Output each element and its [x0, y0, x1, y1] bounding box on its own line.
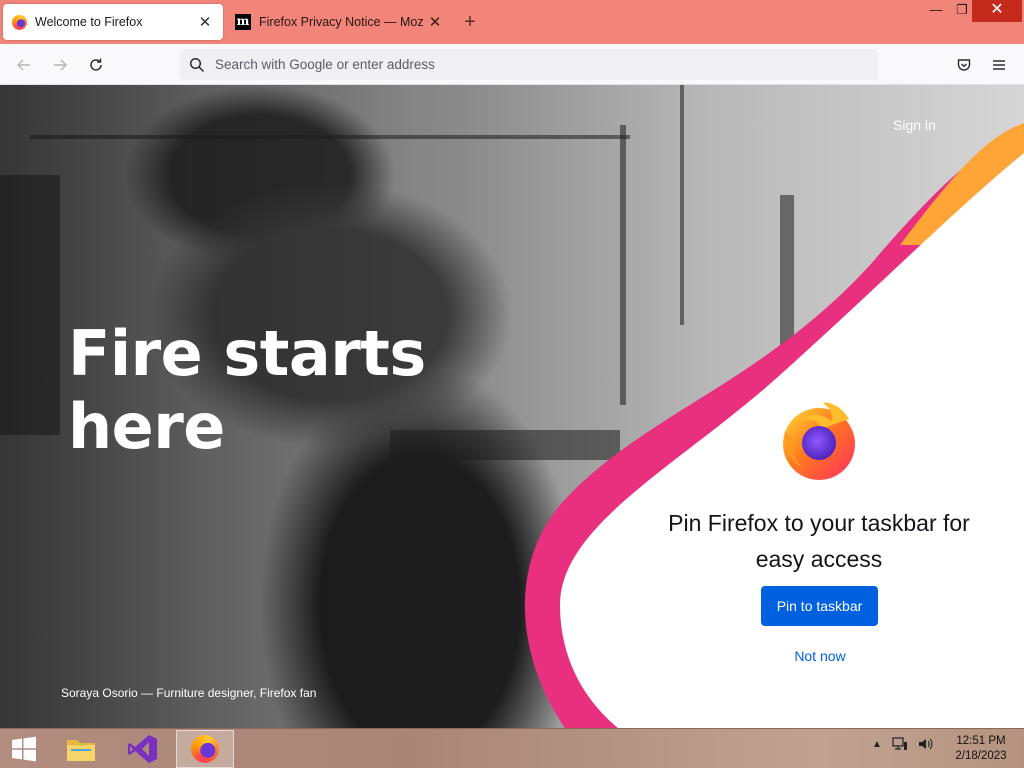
- taskbar-visual-studio[interactable]: [114, 730, 172, 768]
- back-arrow-icon[interactable]: [10, 51, 38, 79]
- tab-title: Welcome to Firefox: [35, 15, 143, 29]
- tab-title: Firefox Privacy Notice — Mozilla: [259, 15, 423, 29]
- windows-taskbar: ▲ 12:51 PM 2/18/2023: [0, 728, 1024, 768]
- taskbar-clock[interactable]: 12:51 PM 2/18/2023: [946, 734, 1016, 764]
- mozilla-m-favicon-icon: m: [235, 14, 251, 30]
- headline: Fire starts here: [68, 317, 426, 463]
- pin-to-taskbar-button[interactable]: Pin to taskbar: [761, 586, 878, 626]
- visual-studio-icon: [128, 735, 157, 763]
- sign-in-link[interactable]: Sign in: [893, 117, 936, 133]
- clock-date: 2/18/2023: [955, 750, 1007, 762]
- new-tab-plus-icon[interactable]: +: [458, 10, 482, 34]
- firefox-logo-icon: [783, 402, 855, 480]
- pocket-icon[interactable]: [950, 51, 978, 79]
- close-window-button[interactable]: ✕: [972, 0, 1022, 22]
- taskbar-firefox[interactable]: [176, 730, 234, 768]
- folder-icon: [67, 740, 95, 761]
- tab-welcome[interactable]: Welcome to Firefox ✕: [3, 4, 223, 40]
- address-bar[interactable]: [180, 49, 878, 80]
- firefox-icon: [191, 735, 219, 763]
- photo-caption: Soraya Osorio — Furniture designer, Fire…: [61, 686, 317, 700]
- firefox-favicon-icon: [12, 14, 27, 30]
- chevron-up-icon[interactable]: ▲: [872, 739, 882, 750]
- hamburger-menu-icon[interactable]: [985, 51, 1013, 79]
- windows-start-button[interactable]: [0, 730, 48, 768]
- taskbar-file-explorer[interactable]: [52, 730, 110, 768]
- search-icon: [189, 57, 205, 72]
- clock-time: 12:51 PM: [956, 735, 1006, 747]
- tab-privacy-notice[interactable]: m Firefox Privacy Notice — Mozilla ✕: [233, 4, 449, 40]
- welcome-page: Sign in Fire starts here Soraya Osorio —…: [0, 85, 1024, 728]
- system-tray: ▲: [872, 737, 934, 751]
- close-tab-icon[interactable]: ✕: [193, 10, 217, 34]
- forward-arrow-icon[interactable]: [46, 51, 74, 79]
- network-icon[interactable]: [892, 737, 908, 751]
- tab-strip: Welcome to Firefox ✕ m Firefox Privacy N…: [0, 0, 1024, 44]
- search-input[interactable]: [215, 57, 815, 72]
- not-now-link[interactable]: Not now: [760, 648, 880, 664]
- reload-icon[interactable]: [82, 51, 110, 79]
- windows-logo-icon: [12, 736, 36, 762]
- pin-firefox-title: Pin Firefox to your taskbar for easy acc…: [668, 510, 970, 572]
- navigation-toolbar: [0, 44, 1024, 85]
- volume-icon[interactable]: [918, 737, 934, 751]
- firefox-window: Welcome to Firefox ✕ m Firefox Privacy N…: [0, 0, 1024, 768]
- close-tab-icon[interactable]: ✕: [423, 10, 447, 34]
